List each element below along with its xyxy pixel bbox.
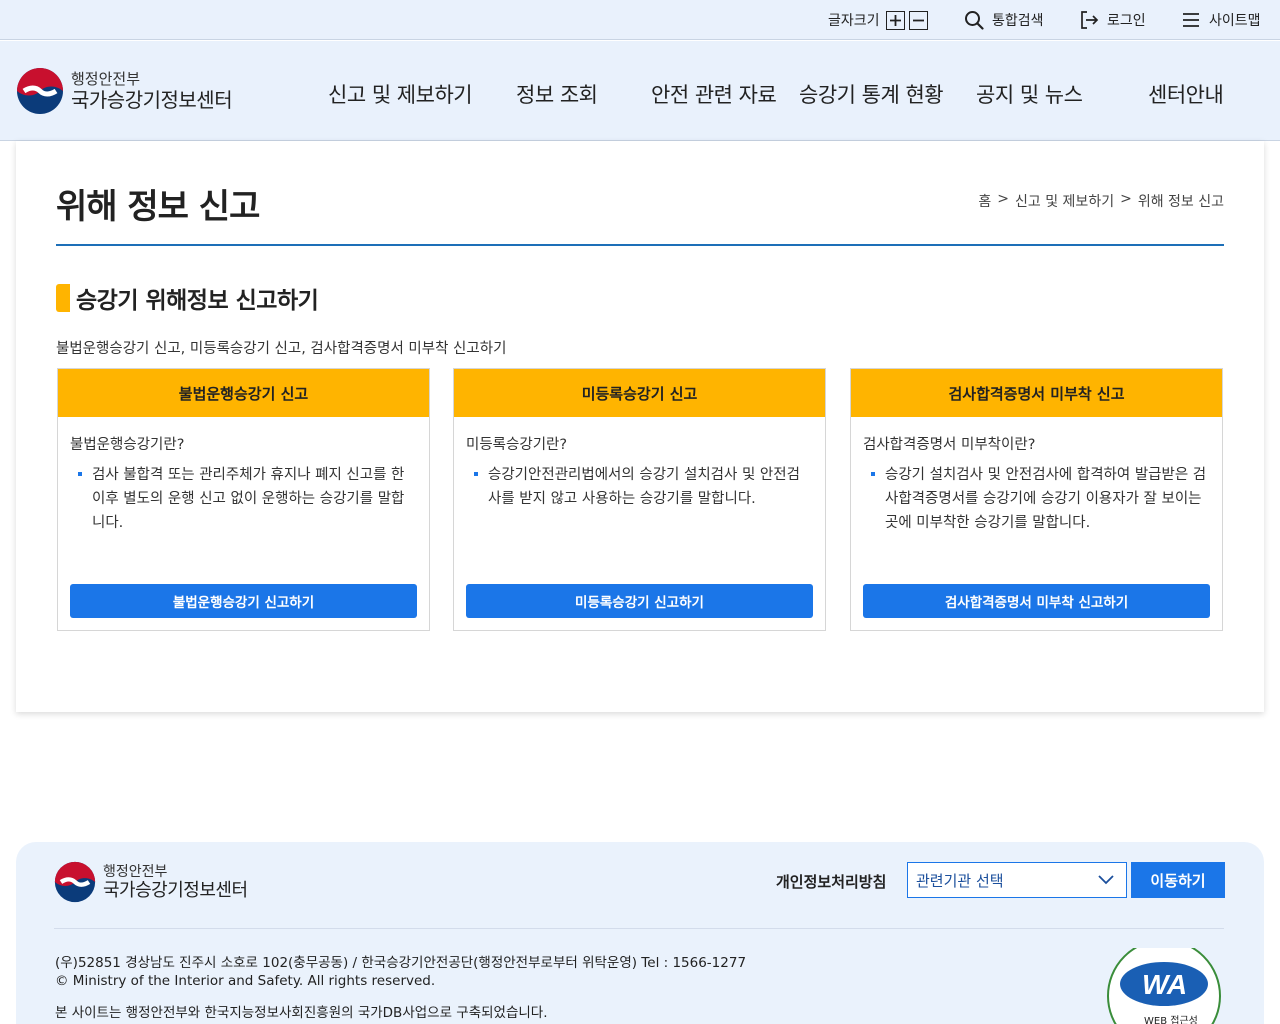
footer-address: (우)52851 경상남도 진주시 소호로 102(충무공동) / 한국승강기안… xyxy=(55,955,747,971)
bullet-icon xyxy=(871,472,875,476)
section-title-text: 승강기 위해정보 신고하기 xyxy=(76,288,319,314)
font-size-label: 글자크기 xyxy=(828,13,880,29)
logo-ministry-name: 행정안전부 xyxy=(71,70,141,88)
footer-divider xyxy=(54,928,1224,929)
chevron-down-icon xyxy=(1098,875,1114,885)
box-heading: 불법운행승강기 신고 xyxy=(58,369,429,417)
box-question: 검사합격증명서 미부착이란? xyxy=(863,437,1036,453)
breadcrumb-separator: > xyxy=(1120,191,1132,207)
wa-sub-text: WEB 접근성 xyxy=(1144,1015,1198,1024)
plus-icon xyxy=(889,14,901,26)
section-marker xyxy=(56,284,70,312)
footer-logo[interactable]: 행정안전부 국가승강기정보센터 xyxy=(54,861,248,903)
box-heading: 검사합격증명서 미부착 신고 xyxy=(851,369,1222,417)
nav-info-search[interactable]: 정보 조회 xyxy=(516,79,598,109)
font-size-decrease-button[interactable] xyxy=(908,10,928,30)
breadcrumb-report[interactable]: 신고 및 제보하기 xyxy=(1015,191,1114,211)
site-header: 행정안전부 국가승강기정보센터 신고 및 제보하기 정보 조회 안전 관련 자료… xyxy=(0,41,1280,141)
menu-icon xyxy=(1181,10,1201,30)
utility-bar: 글자크기 통합검색 로그인 사이트맵 xyxy=(0,0,1280,40)
font-size-control: 글자크기 xyxy=(828,9,928,31)
sitemap-link[interactable]: 사이트맵 xyxy=(1181,9,1261,31)
box-question: 불법운행승강기란? xyxy=(70,437,185,453)
footer-site-name: 국가승강기정보센터 xyxy=(103,879,248,901)
nav-notice-news[interactable]: 공지 및 뉴스 xyxy=(976,79,1083,109)
bullet-icon xyxy=(474,472,478,476)
minus-icon xyxy=(912,19,924,21)
select-value: 관련기관 선택 xyxy=(916,871,1004,890)
section-description: 불법운행승강기 신고, 미등록승강기 신고, 검사합격증명서 미부착 신고하기 xyxy=(56,341,507,357)
breadcrumb-home[interactable]: 홈 xyxy=(978,191,991,211)
related-org-select[interactable]: 관련기관 선택 xyxy=(907,862,1127,898)
logo-site-name: 국가승강기정보센터 xyxy=(71,88,233,112)
privacy-policy-link[interactable]: 개인정보처리방침 xyxy=(776,871,886,892)
unified-search-link[interactable]: 통합검색 xyxy=(964,9,1044,31)
nav-statistics[interactable]: 승강기 통계 현황 xyxy=(799,79,944,109)
breadcrumb-separator: > xyxy=(997,191,1010,207)
government-emblem-icon xyxy=(54,861,96,903)
search-icon xyxy=(964,10,984,30)
login-link[interactable]: 로그인 xyxy=(1079,9,1146,31)
section-title: 승강기 위해정보 신고하기 xyxy=(56,281,319,315)
box-heading: 미등록승강기 신고 xyxy=(454,369,825,417)
site-logo[interactable]: 행정안전부 국가승강기정보센터 xyxy=(16,67,233,115)
report-illegal-button[interactable]: 불법운행승강기 신고하기 xyxy=(70,584,417,618)
footer-copyright: © Ministry of the Interior and Safety. A… xyxy=(55,973,436,989)
report-box-illegal: 불법운행승강기 신고 불법운행승강기란? 검사 불합격 또는 관리주체가 휴지나… xyxy=(57,368,430,631)
nav-report[interactable]: 신고 및 제보하기 xyxy=(328,79,473,109)
nav-safety-materials[interactable]: 안전 관련 자료 xyxy=(651,79,777,109)
nav-center-info[interactable]: 센터안내 xyxy=(1148,79,1224,109)
wa-text: WA xyxy=(1142,969,1187,1000)
bullet-icon xyxy=(78,472,82,476)
breadcrumb-current: 위해 정보 신고 xyxy=(1137,194,1224,210)
go-button[interactable]: 이동하기 xyxy=(1131,862,1225,898)
page-title: 위해 정보 신고 xyxy=(56,187,260,227)
footer-ministry-name: 행정안전부 xyxy=(103,863,168,880)
government-emblem-icon xyxy=(17,68,63,114)
report-certificate-button[interactable]: 검사합격증명서 미부착 신고하기 xyxy=(863,584,1210,618)
box-description: 승강기 설치검사 및 안전검사에 합격하여 발급받은 검사합격증명서를 승강기에… xyxy=(871,463,1208,535)
report-box-certificate: 검사합격증명서 미부착 신고 검사합격증명서 미부착이란? 승강기 설치검사 및… xyxy=(850,368,1223,631)
box-description: 검사 불합격 또는 관리주체가 휴지나 폐지 신고를 한 이후 별도의 운행 신… xyxy=(78,463,415,535)
report-box-unregistered: 미등록승강기 신고 미등록승강기란? 승강기안전관리법에서의 승강기 설치검사 … xyxy=(453,368,826,631)
login-icon xyxy=(1079,10,1099,30)
box-description: 승강기안전관리법에서의 승강기 설치검사 및 안전검사를 받지 않고 사용하는 … xyxy=(474,463,811,511)
box-question: 미등록승강기란? xyxy=(466,437,568,453)
report-unregistered-button[interactable]: 미등록승강기 신고하기 xyxy=(466,584,813,618)
title-divider xyxy=(56,244,1224,246)
site-footer: 행정안전부 국가승강기정보센터 개인정보처리방침 관련기관 선택 이동하기 (우… xyxy=(16,842,1264,1024)
content-area: 위해 정보 신고 홈 > 신고 및 제보하기 > 위해 정보 신고 승강기 위해… xyxy=(16,141,1264,712)
font-size-increase-button[interactable] xyxy=(885,10,905,30)
breadcrumb: 홈 > 신고 및 제보하기 > 위해 정보 신고 xyxy=(978,191,1224,211)
web-accessibility-mark-icon: WA WEB 접근성 xyxy=(1107,948,1221,1024)
sitemap-label: 사이트맵 xyxy=(1209,13,1261,29)
footer-notice: 본 사이트는 행정안전부와 한국지능정보사회진흥원의 국가DB사업으로 구축되었… xyxy=(55,1005,548,1021)
search-label: 통합검색 xyxy=(992,13,1044,29)
login-label: 로그인 xyxy=(1107,13,1146,29)
